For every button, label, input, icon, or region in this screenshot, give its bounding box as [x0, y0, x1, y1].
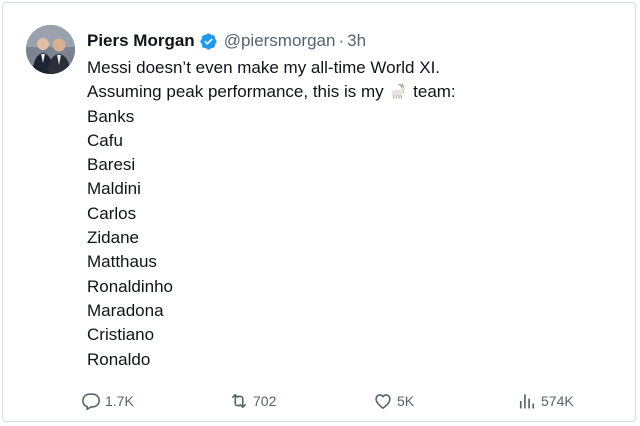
separator-dot: ·	[338, 31, 345, 50]
timestamp[interactable]: 3h	[347, 31, 366, 51]
player-name: Carlos	[87, 203, 137, 223]
tweet-line-2-end: team:	[413, 82, 456, 102]
retweet-icon	[229, 391, 249, 411]
tweet-text: Messi doesn’t even make my all-time Worl…	[87, 56, 456, 372]
tweet-card: Piers Morgan @piersmorgan · 3h Messi doe…	[2, 2, 636, 422]
goat-icon	[389, 82, 407, 99]
view-count: 574K	[541, 393, 574, 409]
retweet-count: 702	[253, 393, 277, 409]
retweet-button[interactable]: 702	[229, 389, 276, 413]
reply-count: 1.7K	[105, 393, 134, 409]
tweet-line-2: Assuming peak performance, this is my te…	[87, 80, 456, 104]
player-name: Maldini	[87, 179, 141, 199]
player-name: Maradona	[87, 300, 164, 320]
reply-icon	[81, 391, 101, 411]
views-button[interactable]: 574K	[517, 389, 574, 413]
author-name[interactable]: Piers Morgan	[87, 31, 195, 51]
player-name: Matthaus	[87, 252, 157, 272]
author-handle[interactable]: @piersmorgan	[224, 31, 336, 51]
verified-badge-icon	[199, 32, 218, 51]
player-name: Ronaldinho	[87, 276, 174, 296]
heart-icon	[373, 391, 393, 411]
tweet-header: Piers Morgan @piersmorgan · 3h	[87, 29, 366, 53]
like-count: 5K	[397, 393, 415, 409]
avatar[interactable]	[26, 25, 75, 74]
player-name: Zidane	[87, 228, 139, 248]
reply-button[interactable]: 1.7K	[81, 389, 134, 413]
like-button[interactable]: 5K	[373, 389, 414, 413]
player-name: Ronaldo	[87, 349, 151, 369]
player-name: Baresi	[87, 155, 136, 175]
tweet-line-2-start: Assuming peak performance, this is my	[87, 82, 384, 102]
player-name: Cristiano	[87, 325, 155, 345]
player-name: Banks	[87, 106, 135, 126]
views-bar-chart-icon	[517, 391, 537, 411]
player-name: Cafu	[87, 130, 123, 150]
avatar-photo	[26, 25, 75, 74]
tweet-line-1: Messi doesn’t even make my all-time Worl…	[87, 58, 441, 77]
action-bar: 1.7K 702 5K 574K	[3, 389, 637, 413]
